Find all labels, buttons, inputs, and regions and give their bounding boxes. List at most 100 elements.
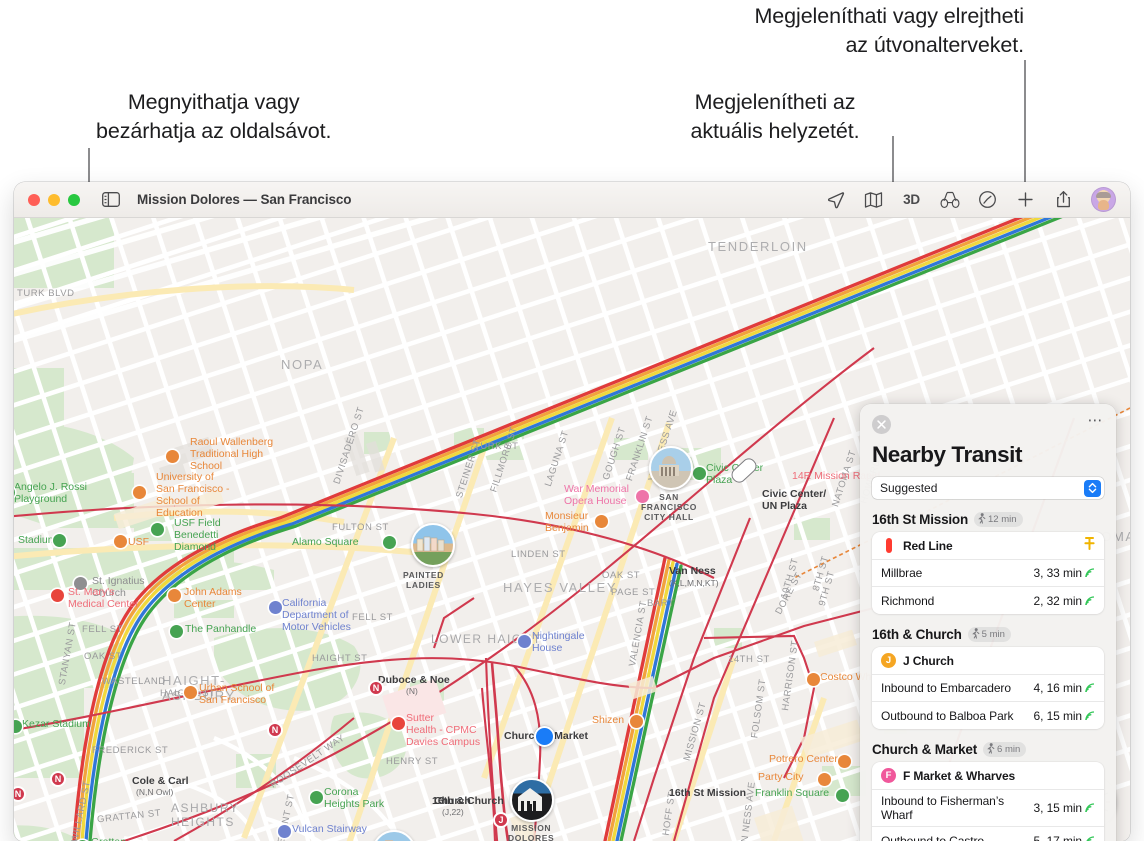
- departure-times: 3, 33 min: [1033, 566, 1083, 580]
- transit-line-row[interactable]: F F Market & Wharves: [872, 762, 1104, 790]
- minimize-window-button[interactable]: [48, 193, 60, 206]
- transit-destination-row[interactable]: Inbound to Embarcadero 4, 16 min: [872, 675, 1104, 702]
- departure-times: 5, 17 min: [1033, 833, 1083, 841]
- poi-marker-icon[interactable]: [807, 673, 820, 686]
- walk-time-label: 5 min: [981, 629, 1005, 640]
- destination-name: Outbound to Balboa Park: [881, 708, 1014, 723]
- line-letter-badge: F: [881, 768, 896, 783]
- location-arrow-icon[interactable]: [825, 189, 846, 210]
- more-options-icon[interactable]: ⋯: [1088, 413, 1105, 431]
- transit-stop-marker[interactable]: J: [493, 812, 509, 828]
- poi-marker-icon[interactable]: [836, 789, 849, 802]
- poi-marker-icon[interactable]: [170, 625, 183, 638]
- landmark-city-hall[interactable]: [649, 446, 693, 490]
- binoculars-icon[interactable]: [939, 189, 960, 210]
- transit-filter-select[interactable]: Suggested: [872, 477, 1104, 499]
- avatar[interactable]: [1091, 187, 1116, 212]
- poi-marker-icon[interactable]: [168, 589, 181, 602]
- line-badge: J: [881, 653, 896, 668]
- poi-marker-icon[interactable]: [133, 486, 146, 499]
- walk-time-label: 6 min: [997, 744, 1021, 755]
- walk-icon: [978, 511, 986, 529]
- sidebar-icon: [102, 192, 120, 207]
- transit-stop-marker[interactable]: N: [267, 722, 283, 738]
- line-badge: [881, 538, 896, 553]
- walk-time-badge: 12 min: [974, 512, 1023, 527]
- poi-marker-icon[interactable]: [636, 490, 649, 503]
- transit-stop-marker[interactable]: N: [50, 771, 66, 787]
- poi-marker-icon[interactable]: [383, 536, 396, 549]
- poi-marker-icon[interactable]: [818, 773, 831, 786]
- poi-marker-icon[interactable]: [595, 515, 608, 528]
- departure-times: 6, 15 min: [1033, 708, 1083, 723]
- nearby-transit-panel: ⋯ Nearby Transit Suggested 16th St Missi…: [860, 404, 1116, 841]
- transit-destination-row[interactable]: Richmond 2, 32 min: [872, 587, 1104, 614]
- transit-stop-marker[interactable]: N: [368, 680, 384, 696]
- landmark-painted-ladies[interactable]: [411, 523, 455, 567]
- callout-routes-text: Megjeleníthati vagy elrejtheti az útvona…: [754, 4, 1025, 57]
- window-title: Mission Dolores — San Francisco: [137, 192, 352, 207]
- live-signal-icon: [1085, 595, 1095, 606]
- poi-marker-icon[interactable]: [269, 601, 282, 614]
- poi-marker-icon[interactable]: [278, 825, 291, 838]
- live-signal-icon: [1085, 835, 1095, 841]
- transit-stop-name: 16th & Church: [872, 627, 962, 642]
- transit-group-header: Church & Market 6 min: [872, 742, 1104, 757]
- live-signal-icon: [1085, 710, 1095, 721]
- poi-marker-icon[interactable]: [53, 534, 66, 547]
- transit-line-row[interactable]: J J Church: [872, 647, 1104, 675]
- landmark-mission-dolores-basilica[interactable]: [510, 778, 554, 822]
- poi-marker-icon[interactable]: [630, 715, 643, 728]
- destination-name: Millbrae: [881, 566, 923, 580]
- departure-times: 4, 16 min: [1033, 681, 1083, 695]
- dial-icon[interactable]: [977, 189, 998, 210]
- walk-time-badge: 5 min: [967, 626, 1011, 644]
- transit-destination-row[interactable]: Outbound to Castro 5, 17 min: [872, 827, 1104, 841]
- poi-marker-icon[interactable]: [114, 535, 127, 548]
- panel-header-row: ⋯: [872, 413, 1105, 434]
- poi-marker-icon[interactable]: [310, 791, 323, 804]
- transit-destination-row[interactable]: Millbrae 3, 33 min: [872, 560, 1104, 587]
- walk-icon: [987, 741, 995, 759]
- chevron-updown-icon: [1084, 479, 1101, 497]
- transit-line-row[interactable]: Red Line: [872, 532, 1104, 560]
- poi-marker-icon[interactable]: [166, 450, 179, 463]
- plus-icon[interactable]: [1015, 189, 1036, 210]
- zoom-window-button[interactable]: [68, 193, 80, 206]
- current-location-dot: [534, 726, 555, 747]
- destination-name: Inbound to Fisherman’s Wharf: [881, 794, 1004, 822]
- close-icon[interactable]: [872, 414, 891, 434]
- poi-marker-icon[interactable]: [392, 717, 405, 730]
- walk-time-label: 12 min: [988, 514, 1017, 525]
- poi-marker-icon[interactable]: [838, 755, 851, 768]
- transit-line-name: Red Line: [903, 538, 953, 553]
- poi-marker-icon[interactable]: [151, 523, 164, 536]
- transit-destination-row[interactable]: Inbound to Fisherman’s Wharf 3, 15 min: [872, 790, 1104, 827]
- transit-line-card: J J Church Inbound to Embarcadero 4, 16 min…: [872, 647, 1104, 729]
- toolbar: 3D: [825, 187, 1118, 212]
- poi-marker-icon[interactable]: [518, 635, 531, 648]
- poi-marker-icon[interactable]: [184, 686, 197, 699]
- basilica-icon: [518, 788, 542, 811]
- poi-marker-icon[interactable]: [693, 467, 706, 480]
- map-icon[interactable]: [863, 189, 884, 210]
- live-signal-icon: [1085, 683, 1095, 693]
- share-icon[interactable]: [1053, 189, 1074, 210]
- pin-icon[interactable]: [1084, 536, 1095, 555]
- poi-marker-icon[interactable]: [74, 577, 87, 590]
- callout-location-text: Megjelenítheti az aktuális helyzetét.: [690, 90, 860, 143]
- transit-destination-row[interactable]: Outbound to Balboa Park 6, 15 min: [872, 702, 1104, 729]
- window-titlebar: Mission Dolores — San Francisco 3D: [14, 182, 1130, 218]
- 3d-button[interactable]: 3D: [901, 189, 922, 210]
- destination-name: Inbound to Embarcadero: [881, 681, 1011, 695]
- sidebar-toggle-icon[interactable]: [102, 192, 120, 207]
- live-signal-icon: [1085, 803, 1095, 813]
- close-window-button[interactable]: [28, 193, 40, 206]
- poi-marker-icon[interactable]: [51, 589, 64, 602]
- line-badge: F: [881, 768, 896, 783]
- walk-icon: [972, 626, 980, 644]
- callout-sidebar-text: Megnyithatja vagy bezárhatja az oldalsáv…: [96, 90, 332, 143]
- walk-time-badge: 6 min: [983, 741, 1027, 759]
- transit-line-name: F Market & Wharves: [903, 768, 1016, 783]
- destination-name: Richmond: [881, 593, 935, 608]
